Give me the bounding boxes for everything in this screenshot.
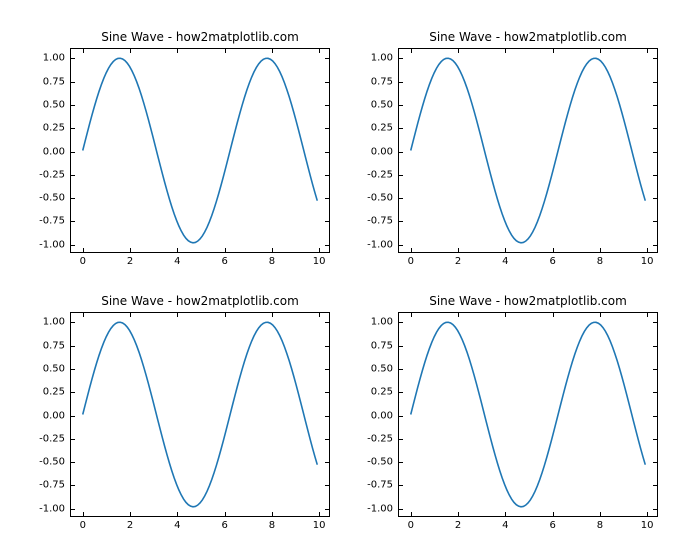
xtick-label: 0 [408, 516, 414, 531]
subplot-title: Sine Wave - how2matplotlib.com [70, 294, 330, 308]
ytick-label: -0.50 [367, 457, 399, 468]
ytick-label: 0.75 [371, 76, 399, 87]
ytick-label: 0.25 [371, 387, 399, 398]
xtick-label: 8 [597, 252, 603, 267]
xtick-label: 6 [549, 252, 555, 267]
subplot-title: Sine Wave - how2matplotlib.com [398, 30, 658, 44]
xtick-label: 4 [502, 252, 508, 267]
ytick-label: 0.50 [43, 363, 71, 374]
line-plot [399, 49, 657, 252]
ytick-label: -0.25 [39, 433, 71, 444]
ytick-label: -1.00 [39, 503, 71, 514]
ytick-label: -0.50 [39, 193, 71, 204]
series-line [411, 322, 646, 506]
ytick-label: -1.00 [367, 239, 399, 250]
ytick-label: 0.25 [43, 387, 71, 398]
ytick-label: -0.50 [39, 457, 71, 468]
ytick-label: 1.00 [371, 317, 399, 328]
subplot-4: Sine Wave - how2matplotlib.com-1.00-0.75… [398, 312, 658, 517]
xtick-label: 10 [641, 516, 654, 531]
plot-area: -1.00-0.75-0.50-0.250.000.250.500.751.00… [398, 48, 658, 253]
xtick-label: 2 [455, 252, 461, 267]
ytick-label: 0.00 [371, 410, 399, 421]
ytick-label: 0.75 [43, 340, 71, 351]
ytick-label: 0.50 [43, 99, 71, 110]
xtick-label: 10 [641, 252, 654, 267]
plot-area: -1.00-0.75-0.50-0.250.000.250.500.751.00… [70, 48, 330, 253]
xtick-label: 2 [127, 252, 133, 267]
xtick-label: 6 [221, 252, 227, 267]
xtick-label: 10 [313, 252, 326, 267]
xtick-label: 8 [269, 516, 275, 531]
ytick-label: 0.00 [371, 146, 399, 157]
subplot-3: Sine Wave - how2matplotlib.com-1.00-0.75… [70, 312, 330, 517]
ytick-label: -0.75 [39, 216, 71, 227]
ytick-label: 0.75 [371, 340, 399, 351]
ytick-label: 0.00 [43, 146, 71, 157]
xtick-label: 4 [502, 516, 508, 531]
xtick-label: 4 [174, 516, 180, 531]
xtick-label: 8 [597, 516, 603, 531]
ytick-label: 1.00 [371, 53, 399, 64]
ytick-label: -0.75 [39, 480, 71, 491]
ytick-label: 0.50 [371, 363, 399, 374]
xtick-label: 0 [408, 252, 414, 267]
ytick-label: -1.00 [39, 239, 71, 250]
figure: Sine Wave - how2matplotlib.com-1.00-0.75… [0, 0, 700, 560]
ytick-label: -0.25 [367, 433, 399, 444]
subplot-1: Sine Wave - how2matplotlib.com-1.00-0.75… [70, 48, 330, 253]
ytick-label: 0.50 [371, 99, 399, 110]
ytick-label: 0.75 [43, 76, 71, 87]
ytick-label: 0.00 [43, 410, 71, 421]
xtick-label: 0 [80, 252, 86, 267]
line-plot [399, 313, 657, 516]
line-plot [71, 49, 329, 252]
ytick-label: -1.00 [367, 503, 399, 514]
ytick-label: -0.75 [367, 216, 399, 227]
subplot-2: Sine Wave - how2matplotlib.com-1.00-0.75… [398, 48, 658, 253]
ytick-label: -0.25 [367, 169, 399, 180]
plot-area: -1.00-0.75-0.50-0.250.000.250.500.751.00… [70, 312, 330, 517]
series-line [83, 322, 318, 506]
ytick-label: 1.00 [43, 317, 71, 328]
plot-area: -1.00-0.75-0.50-0.250.000.250.500.751.00… [398, 312, 658, 517]
ytick-label: 1.00 [43, 53, 71, 64]
subplot-title: Sine Wave - how2matplotlib.com [70, 30, 330, 44]
ytick-label: -0.50 [367, 193, 399, 204]
line-plot [71, 313, 329, 516]
subplot-title: Sine Wave - how2matplotlib.com [398, 294, 658, 308]
series-line [411, 58, 646, 242]
xtick-label: 8 [269, 252, 275, 267]
xtick-label: 10 [313, 516, 326, 531]
ytick-label: 0.25 [371, 123, 399, 134]
ytick-label: -0.75 [367, 480, 399, 491]
ytick-label: -0.25 [39, 169, 71, 180]
series-line [83, 58, 318, 242]
ytick-label: 0.25 [43, 123, 71, 134]
xtick-label: 0 [80, 516, 86, 531]
xtick-label: 4 [174, 252, 180, 267]
xtick-label: 2 [127, 516, 133, 531]
xtick-label: 6 [549, 516, 555, 531]
xtick-label: 6 [221, 516, 227, 531]
xtick-label: 2 [455, 516, 461, 531]
